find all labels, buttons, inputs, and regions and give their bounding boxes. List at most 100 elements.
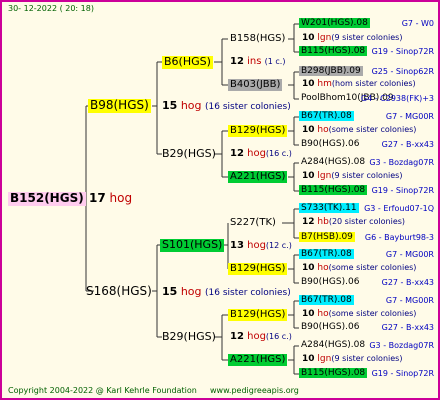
gen4-queen-7-rating: 10 lgn(9 sister colonies) bbox=[302, 354, 402, 364]
rating-number: 10 bbox=[302, 171, 315, 181]
rating-tag: ho bbox=[317, 125, 329, 135]
gen5-queen-6-id[interactable]: A284(HGS).08 bbox=[301, 157, 365, 167]
gen4-queen-7-id[interactable]: A221(HGS) bbox=[228, 354, 288, 366]
gen5-queen-15-id[interactable]: B115(HGS).08 bbox=[299, 368, 368, 379]
rating-note: (some sister colonies) bbox=[328, 125, 417, 134]
pedigree-frame: 30- 12-2022 ( 20: 18) B152(HGS) 17 hog B… bbox=[0, 0, 440, 400]
gen5-queen-8-id[interactable]: S733(TK).11 bbox=[299, 203, 359, 214]
site-url[interactable]: www.pedigreeapis.org bbox=[210, 386, 299, 395]
copyright-text: Copyright 2004-2022 @ Karl Kehrle Founda… bbox=[8, 386, 197, 395]
rating-number: 10 bbox=[302, 309, 315, 319]
gen5-link-8[interactable]: G3 - Erfoud07-1Q bbox=[364, 204, 434, 213]
rating-number: 10 bbox=[302, 263, 315, 273]
rating-number: 10 bbox=[302, 354, 315, 364]
gen3-queen-3-rating: 12 hog(16 c.) bbox=[230, 331, 292, 343]
gen5-queen-5-id[interactable]: B90(HGS).06 bbox=[301, 139, 359, 149]
gen5-link-6[interactable]: G3 - Bozdag07R bbox=[369, 158, 434, 167]
rating-number: 15 bbox=[162, 285, 178, 298]
rating-number: 15 bbox=[162, 99, 178, 112]
gen5-link-9[interactable]: G6 - Bayburt98-3 bbox=[365, 233, 434, 242]
rating-number: 13 bbox=[230, 240, 244, 251]
gen5-queen-13-id[interactable]: B90(HGS).06 bbox=[301, 322, 359, 332]
gen5-queen-7-id[interactable]: B115(HGS).08 bbox=[299, 185, 368, 196]
rating-tag: ins bbox=[247, 56, 262, 67]
gen5-link-13[interactable]: G27 - B-xx43 bbox=[382, 323, 434, 332]
rating-tag: hog bbox=[247, 240, 266, 251]
gen5-link-3[interactable]: G4 - C2938(FK)+3 bbox=[361, 94, 434, 103]
rating-number: 10 bbox=[302, 125, 315, 135]
gen3-queen-2-rating: 13 hog(12 c.) bbox=[230, 240, 292, 252]
gen5-queen-2-id[interactable]: B298(JBB).09 bbox=[299, 66, 363, 77]
rating-note: (9 sister colonies) bbox=[331, 171, 403, 180]
rating-tag: lgn bbox=[317, 33, 332, 43]
gen3-queen-0-id[interactable]: B6(HGS) bbox=[162, 55, 213, 69]
gen5-link-15[interactable]: G19 - Sinop72R bbox=[372, 369, 434, 378]
rating-note: (hom sister colonies) bbox=[331, 79, 416, 88]
gen5-link-1[interactable]: G19 - Sinop72R bbox=[372, 47, 434, 56]
gen4-queen-1-rating: 10 hm(hom sister colonies) bbox=[302, 79, 416, 89]
gen4-queen-0-rating: 10 lgn(9 sister colonies) bbox=[302, 33, 402, 43]
gen3-queen-1-rating: 12 hog(16 c.) bbox=[230, 148, 292, 160]
rating-note: (16 sister colonies) bbox=[205, 102, 291, 112]
gen5-link-4[interactable]: G7 - MG00R bbox=[386, 112, 434, 121]
gen4-queen-4-id[interactable]: S227(TK) bbox=[230, 217, 276, 229]
root-queen-rating: 17 hog bbox=[89, 191, 133, 206]
gen5-link-14[interactable]: G3 - Bozdag07R bbox=[369, 341, 434, 350]
gen4-queen-3-rating: 10 lgn(9 sister colonies) bbox=[302, 171, 402, 181]
rating-tag: hog bbox=[247, 331, 266, 342]
gen3-queen-3-id[interactable]: B29(HGS) bbox=[162, 330, 216, 344]
gen4-queen-6-id[interactable]: B129(HGS) bbox=[228, 309, 288, 321]
rating-note: (some sister colonies) bbox=[328, 309, 417, 318]
gen2-queen-1-id[interactable]: S168(HGS) bbox=[86, 284, 152, 299]
gen5-queen-4-id[interactable]: B67(TR).08 bbox=[299, 111, 354, 122]
rating-number: 12 bbox=[302, 217, 315, 227]
rating-number: 12 bbox=[230, 56, 244, 67]
root-queen-id[interactable]: B152(HGS) bbox=[8, 191, 86, 206]
gen4-queen-3-id[interactable]: A221(HGS) bbox=[228, 171, 288, 183]
rating-number: 10 bbox=[302, 79, 315, 89]
rating-tag: lgn bbox=[317, 354, 332, 364]
gen5-queen-14-id[interactable]: A284(HGS).08 bbox=[301, 340, 365, 350]
gen5-link-12[interactable]: G7 - MG00R bbox=[386, 296, 434, 305]
gen5-queen-10-id[interactable]: B67(TR).08 bbox=[299, 249, 354, 260]
gen5-link-7[interactable]: G19 - Sinop72R bbox=[372, 186, 434, 195]
gen5-queen-1-id[interactable]: B115(HGS).08 bbox=[299, 46, 368, 57]
gen3-queen-1-id[interactable]: B29(HGS) bbox=[162, 147, 216, 161]
rating-tag: ho bbox=[317, 309, 329, 319]
gen5-link-2[interactable]: G25 - Sinop62R bbox=[372, 67, 434, 76]
gen5-link-10[interactable]: G7 - MG00R bbox=[386, 250, 434, 259]
gen2-queen-0-rating: 15 hog (16 sister colonies) bbox=[162, 99, 291, 113]
rating-note: (9 sister colonies) bbox=[331, 354, 403, 363]
rating-note: (16 c.) bbox=[265, 332, 292, 341]
rating-note: (16 c.) bbox=[265, 149, 292, 158]
gen4-queen-5-id[interactable]: B129(HGS) bbox=[228, 263, 288, 275]
gen4-queen-4-rating: 12 hb(20 sister colonies) bbox=[302, 217, 405, 227]
rating-number: 10 bbox=[302, 33, 315, 43]
gen5-queen-9-id[interactable]: B7(HSB).09 bbox=[299, 232, 355, 243]
gen5-queen-12-id[interactable]: B67(TR).08 bbox=[299, 295, 354, 306]
root-rating-number: 17 bbox=[89, 191, 106, 205]
date-stamp: 30- 12-2022 ( 20: 18) bbox=[8, 4, 94, 13]
gen3-queen-0-rating: 12 ins (1 c.) bbox=[230, 56, 285, 68]
rating-note: (12 c.) bbox=[265, 241, 292, 250]
gen5-link-11[interactable]: G27 - B-xx43 bbox=[382, 278, 434, 287]
root-rating-tag: hog bbox=[109, 191, 133, 205]
gen4-queen-0-id[interactable]: B158(HGS) bbox=[230, 33, 285, 45]
gen5-queen-11-id[interactable]: B90(HGS).06 bbox=[301, 277, 359, 287]
gen4-queen-6-rating: 10 ho(some sister colonies) bbox=[302, 309, 416, 319]
gen4-queen-1-id[interactable]: B403(JBB) bbox=[228, 79, 283, 91]
gen5-queen-0-id[interactable]: W201(HGS).08 bbox=[299, 18, 370, 29]
gen5-link-0[interactable]: G7 - W0 bbox=[402, 19, 434, 28]
gen5-link-5[interactable]: G27 - B-xx43 bbox=[382, 140, 434, 149]
rating-tag: hog bbox=[247, 148, 266, 159]
rating-tag: hb bbox=[317, 217, 329, 227]
gen4-queen-2-id[interactable]: B129(HGS) bbox=[228, 125, 288, 137]
rating-note: (some sister colonies) bbox=[328, 263, 417, 272]
gen2-queen-0-id[interactable]: B98(HGS) bbox=[88, 98, 151, 113]
rating-note: (20 sister colonies) bbox=[328, 217, 406, 226]
rating-tag: hm bbox=[317, 79, 332, 89]
rating-note: (1 c.) bbox=[264, 57, 286, 66]
gen3-queen-2-id[interactable]: S101(HGS) bbox=[160, 238, 225, 252]
rating-note: (16 sister colonies) bbox=[205, 288, 291, 298]
rating-tag: hog bbox=[180, 99, 202, 112]
